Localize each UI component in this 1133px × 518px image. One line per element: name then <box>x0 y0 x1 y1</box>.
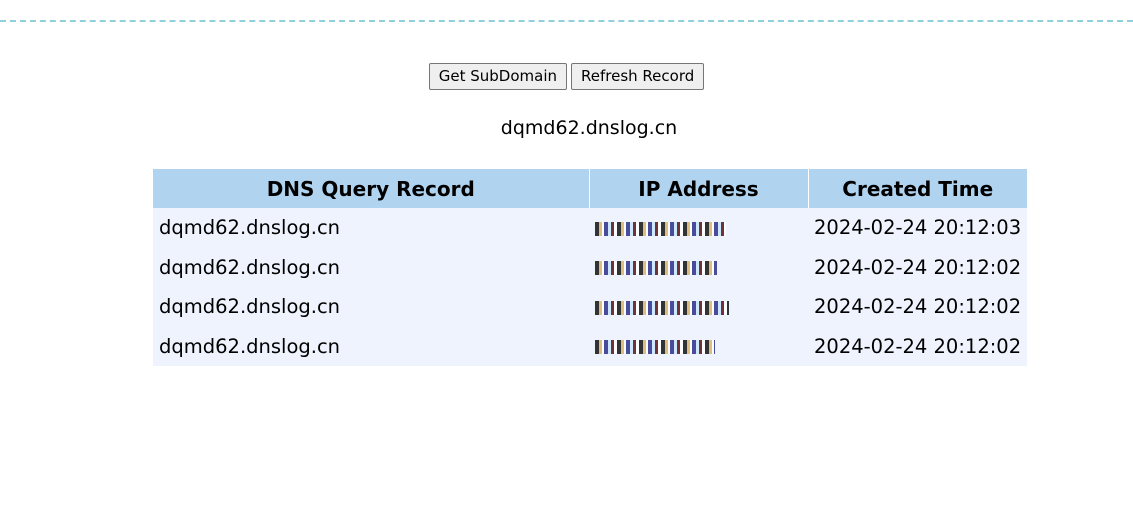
refresh-record-button[interactable]: Refresh Record <box>571 63 705 90</box>
table-row: dqmd62.dnslog.cn 2024-02-24 20:12:02 <box>153 248 1027 288</box>
redacted-ip <box>595 221 726 236</box>
record-cell: dqmd62.dnslog.cn <box>159 255 341 279</box>
redacted-ip <box>595 300 729 315</box>
ip-cell <box>589 248 808 288</box>
table-row: dqmd62.dnslog.cn 2024-02-24 20:12:02 <box>153 287 1027 327</box>
time-cell: 2024-02-24 20:12:03 <box>814 216 1022 240</box>
ip-cell <box>589 208 808 248</box>
redacted-ip <box>595 261 717 276</box>
get-subdomain-button[interactable]: Get SubDomain <box>428 63 567 90</box>
table-row: dqmd62.dnslog.cn 2024-02-24 20:12:03 <box>153 208 1027 248</box>
time-cell: 2024-02-24 20:12:02 <box>814 295 1022 319</box>
column-header-dns-query-record: DNS Query Record <box>153 169 590 208</box>
ip-cell <box>589 287 808 327</box>
table-header-row: DNS Query Record IP Address Created Time <box>153 169 1027 208</box>
dns-records-table: DNS Query Record IP Address Created Time… <box>153 169 1027 366</box>
time-cell: 2024-02-24 20:12:02 <box>814 334 1022 358</box>
column-header-ip-address: IP Address <box>589 169 809 208</box>
record-cell: dqmd62.dnslog.cn <box>159 295 341 319</box>
current-subdomain: dqmd62.dnslog.cn <box>500 117 678 139</box>
table-row: dqmd62.dnslog.cn 2024-02-24 20:12:02 <box>153 327 1027 367</box>
redacted-ip <box>595 340 715 355</box>
ip-cell <box>589 327 808 367</box>
record-cell: dqmd62.dnslog.cn <box>159 216 341 240</box>
top-divider <box>0 20 1133 22</box>
record-cell: dqmd62.dnslog.cn <box>159 334 341 358</box>
time-cell: 2024-02-24 20:12:02 <box>814 255 1022 279</box>
column-header-created-time: Created Time <box>808 169 1027 208</box>
action-bar: Get SubDomain Refresh Record <box>0 63 1133 90</box>
